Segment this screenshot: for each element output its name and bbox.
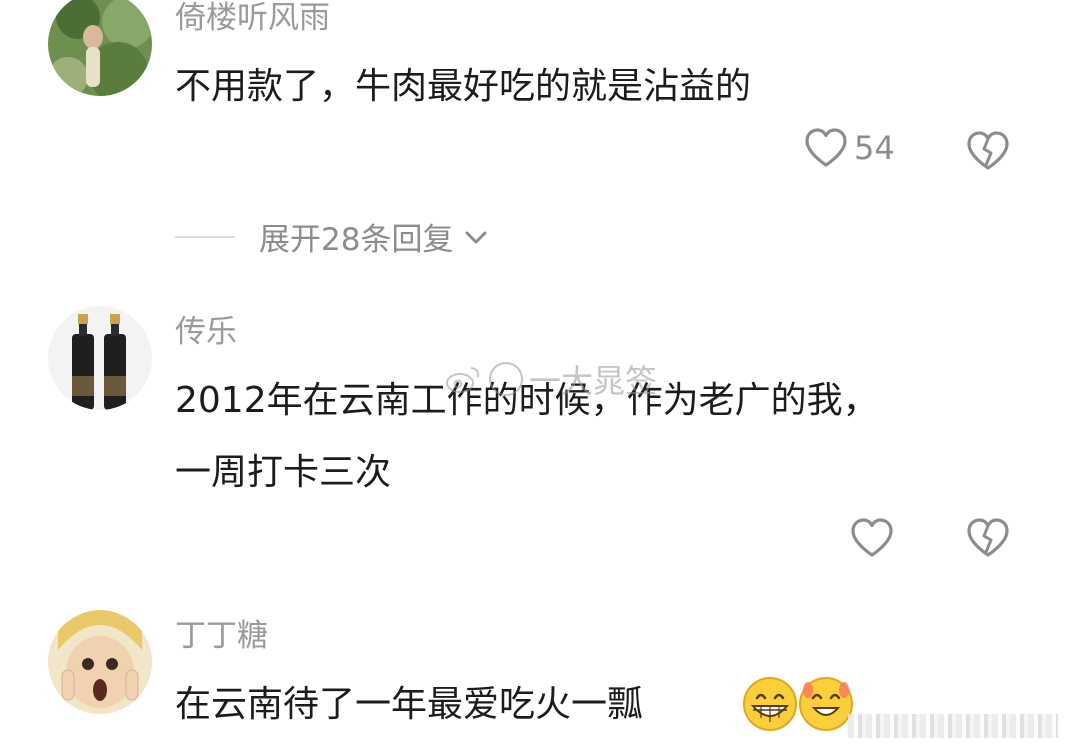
avatar-image <box>48 610 152 714</box>
comment-text-line: 一周打卡三次 <box>175 452 392 493</box>
dislike-button[interactable] <box>966 131 1010 171</box>
divider <box>175 235 235 238</box>
comment-text: 不用款了，牛肉最好吃的就是沾益的 <box>175 66 752 107</box>
comment-item: 传乐 2012年在云南工作的时候，作为老广的我， 一周打卡三次 <box>0 300 1068 590</box>
heart-outline-icon <box>805 128 847 167</box>
expand-replies-label: 展开28条回复 <box>259 222 454 258</box>
watermark: 一大晁签 <box>445 356 657 402</box>
expand-replies-button[interactable]: 展开28条回复 <box>175 214 489 259</box>
dislike-button[interactable] <box>966 518 1010 558</box>
watermark-text: 一大晁签 <box>529 362 658 400</box>
avatar[interactable] <box>48 306 152 410</box>
broken-heart-icon <box>967 131 1009 170</box>
avatar-image <box>48 0 152 96</box>
grinning-face-icon <box>743 677 797 731</box>
username[interactable]: 倚楼听风雨 <box>175 0 330 38</box>
source-mark <box>848 714 1058 738</box>
at-circle-icon <box>489 362 523 396</box>
like-count: 54 <box>854 129 895 167</box>
like-button[interactable] <box>850 518 894 558</box>
avatar-image <box>48 306 152 410</box>
username[interactable]: 传乐 <box>175 312 237 352</box>
heart-outline-icon <box>851 518 893 557</box>
weibo-icon <box>446 367 480 393</box>
grin-sweat-face-icon <box>799 677 853 731</box>
avatar[interactable] <box>48 610 152 714</box>
broken-heart-icon <box>967 518 1009 557</box>
chevron-down-icon <box>465 231 487 243</box>
like-button[interactable]: 54 <box>804 128 895 168</box>
comment-item: 倚楼听风雨 不用款了，牛肉最好吃的就是沾益的 54 展开28条回复 <box>0 0 1068 270</box>
avatar[interactable] <box>48 0 152 96</box>
emoji-group <box>742 676 854 732</box>
comment-text: 在云南待了一年最爱吃火一瓢 <box>175 684 644 725</box>
username[interactable]: 丁丁糖 <box>175 616 268 656</box>
